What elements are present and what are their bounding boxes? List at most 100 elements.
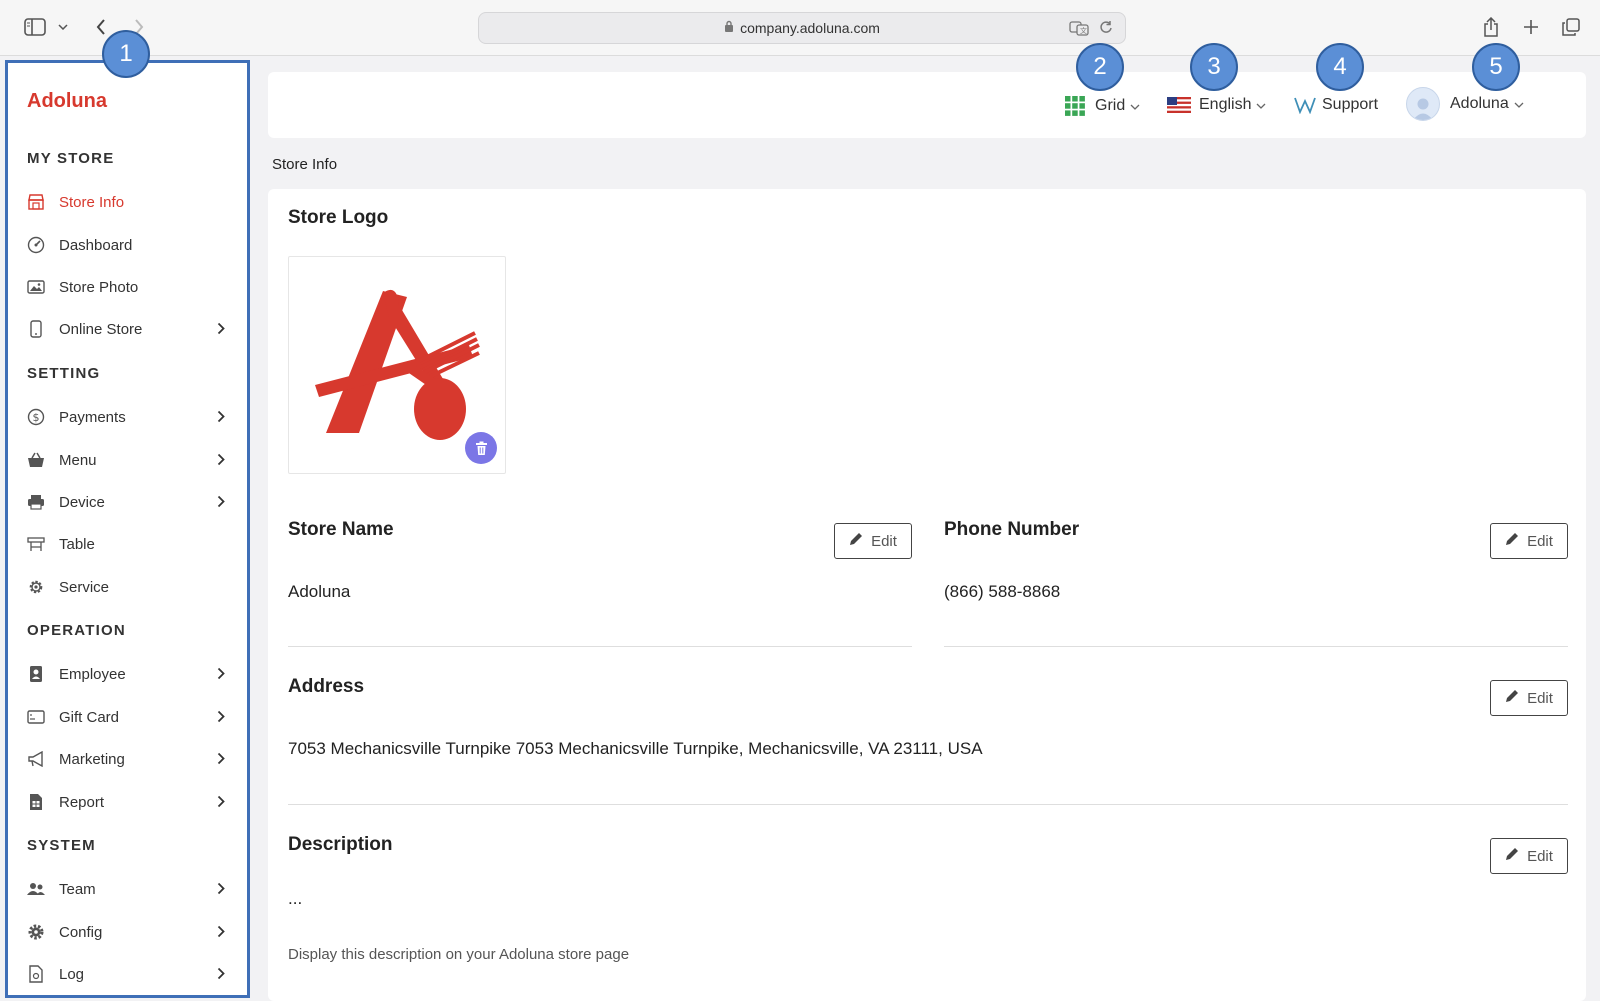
edit-label: Edit [1527,532,1553,550]
sidebar-item-label: Employee [59,665,126,683]
support-w-icon [1294,96,1316,114]
edit-description-button[interactable]: Edit [1490,838,1568,874]
photo-icon [26,277,46,297]
sidebar-item-marketing[interactable]: Marketing [8,742,247,776]
edit-label: Edit [871,532,897,550]
sidebar-item-gift-card[interactable]: Gift Card [8,700,247,734]
edit-label: Edit [1527,689,1553,707]
callout-3: 3 [1190,43,1238,91]
sidebar-item-employee[interactable]: Employee [8,657,247,691]
chevron-right-icon [217,882,225,899]
log-icon [26,964,46,984]
dollar-icon: $ [26,407,46,427]
edit-store-name-button[interactable]: Edit [834,523,912,559]
top-header: Grid English Support Adoluna [268,72,1586,138]
sidebar-item-log[interactable]: Log [8,957,247,991]
browser-toolbar: company.adoluna.com 文 [0,0,1600,56]
sidebar-item-menu[interactable]: Menu [8,443,247,477]
share-icon[interactable] [1480,14,1502,40]
translate-icon[interactable]: 文 [1069,20,1089,39]
delete-logo-button[interactable] [465,432,497,464]
chevron-down-icon [1514,95,1524,113]
user-menu[interactable]: Adoluna [1406,87,1524,121]
back-icon[interactable] [92,14,110,40]
user-label: Adoluna [1450,95,1509,112]
chevron-right-icon [217,322,225,339]
sidebar-item-label: Gift Card [59,708,120,726]
store-icon [26,192,46,212]
chevron-right-icon [217,495,225,512]
callout-2: 2 [1076,43,1124,91]
sidebar-item-label: Menu [59,451,97,469]
team-icon [26,879,46,899]
divider [288,804,1568,805]
store-name-title: Store Name [288,519,394,540]
address-value: 7053 Mechanicsville Turnpike 7053 Mechan… [288,739,983,758]
description-value: ... [288,889,303,908]
grid-icon [1065,96,1085,116]
reload-icon[interactable] [1099,20,1113,37]
chevron-right-icon [217,967,225,984]
store-logo-image[interactable] [288,256,506,474]
phone-number-title: Phone Number [944,519,1080,540]
sidebar-item-label: Log [59,965,85,983]
address-title: Address [288,676,365,697]
basket-icon [26,450,46,470]
phone-number-value: (866) 588-8868 [944,582,1061,601]
brand-logo[interactable]: Adoluna [27,90,107,113]
sidebar-item-team[interactable]: Team [8,872,247,906]
pencil-icon [1505,689,1519,707]
new-tab-icon[interactable] [1520,14,1542,40]
edit-phone-button[interactable]: Edit [1490,523,1568,559]
printer-icon [26,492,46,512]
chevron-right-icon [217,795,225,812]
sidebar-item-label: Device [59,493,105,511]
section-operation: OPERATION [27,622,126,639]
chevron-right-icon [217,453,225,470]
callout-4: 4 [1316,43,1364,91]
sidebar-item-payments[interactable]: $ Payments [8,400,247,434]
edit-address-button[interactable]: Edit [1490,680,1568,716]
chevron-right-icon [217,710,225,727]
cog-icon [26,922,46,942]
sidebar-toggle-icon[interactable] [22,14,48,40]
sidebar-item-label: Online Store [59,320,143,338]
sidebar-item-device[interactable]: Device [8,485,247,519]
callout-5: 5 [1472,43,1520,91]
lock-icon [724,20,734,36]
megaphone-icon [26,749,46,769]
edit-label: Edit [1527,847,1553,865]
grid-menu[interactable]: Grid [1065,96,1140,116]
support-label: Support [1322,96,1379,113]
support-link[interactable]: Support [1294,96,1378,114]
section-system: SYSTEM [27,837,96,854]
sidebar-item-store-info[interactable]: Store Info [8,185,247,219]
language-menu[interactable]: English [1167,96,1266,114]
gift-card-icon [26,707,46,727]
pencil-icon [1505,532,1519,550]
sidebar-item-label: Store Info [59,193,125,211]
sidebar-item-table[interactable]: Table [8,527,247,561]
pencil-icon [1505,847,1519,865]
chevron-right-icon [217,752,225,769]
language-label: English [1199,96,1252,113]
address-bar[interactable]: company.adoluna.com 文 [478,12,1126,44]
sidebar-item-online-store[interactable]: Online Store [8,312,247,346]
store-info-card: Store Logo Store Name Edit Adoluna Phone… [268,189,1586,1001]
description-title: Description [288,834,393,855]
breadcrumb: Store Info [272,156,338,173]
url-text: company.adoluna.com [740,20,880,36]
avatar [1406,87,1440,121]
sidebar-item-report[interactable]: Report [8,785,247,819]
chevron-down-icon[interactable] [56,14,70,40]
sidebar-item-dashboard[interactable]: Dashboard [8,228,247,262]
section-my-store: MY STORE [27,150,115,167]
gear-icon [26,577,46,597]
sidebar-item-label: Service [59,578,110,596]
sidebar-item-service[interactable]: Service [8,570,247,604]
sidebar-item-config[interactable]: Config [8,915,247,949]
us-flag-icon [1167,97,1191,113]
callout-1: 1 [102,30,150,78]
tabs-overview-icon[interactable] [1560,14,1582,40]
sidebar-item-store-photo[interactable]: Store Photo [8,270,247,304]
